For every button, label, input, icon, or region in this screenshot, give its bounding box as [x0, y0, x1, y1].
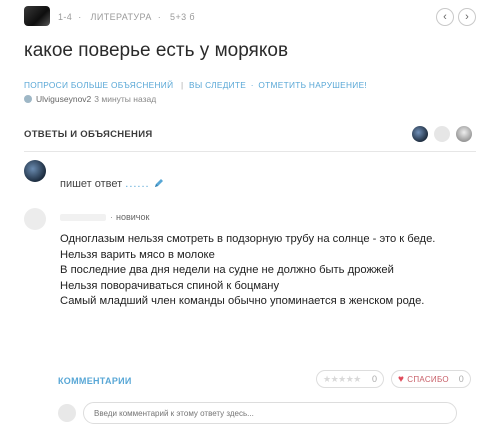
answering-user-avatar[interactable] [24, 160, 46, 182]
asker-info: Ulviguseynov2 3 минуты назад [24, 94, 156, 104]
answerer-avatar[interactable] [434, 126, 450, 142]
comment-input[interactable] [83, 402, 457, 424]
question-meta: 1-4 · ЛИТЕРАТУРА · 5+3 б [58, 12, 195, 22]
question-actions: ПОПРОСИ БОЛЬШЕ ОБЪЯСНЕНИЙ | ВЫ СЛЕДИТЕ ·… [24, 80, 368, 90]
comments-toggle[interactable]: КОММЕНТАРИИ [58, 376, 132, 386]
subject-label[interactable]: ЛИТЕРАТУРА [91, 12, 152, 22]
writing-dots: ...... [125, 178, 150, 190]
thanks-label: СПАСИБО [407, 374, 449, 384]
answer-line: Самый младший член команды обычно упомин… [60, 295, 425, 307]
heart-icon: ♥ [398, 373, 405, 385]
question-title: какое поверье есть у моряков [24, 40, 289, 61]
answerer-avatar[interactable] [456, 126, 472, 142]
writing-status: пишет ответ ...... [60, 178, 164, 190]
follow-link[interactable]: ВЫ СЛЕДИТЕ [189, 80, 246, 90]
asked-time: 3 минуты назад [94, 94, 157, 104]
answer-author-avatar[interactable] [24, 208, 46, 230]
answer-author: · новичок [60, 212, 149, 222]
divider [24, 151, 476, 152]
answer-line: Одноглазым нельзя смотреть в подзорную т… [60, 233, 436, 245]
current-user-avatar [58, 404, 76, 422]
chevron-right-icon: › [465, 11, 469, 23]
pencil-icon [154, 179, 163, 187]
chevron-left-icon: ‹ [443, 11, 447, 23]
asker-name[interactable]: Ulviguseynov2 [36, 94, 91, 104]
author-name-placeholder[interactable] [60, 213, 106, 221]
rating-count: 0 [371, 374, 377, 384]
rating-widget[interactable]: ★★★★★ 0 [316, 370, 384, 388]
grade-label: 1-4 [58, 12, 73, 22]
answerer-avatar[interactable] [412, 126, 428, 142]
report-link[interactable]: ОТМЕТИТЬ НАРУШЕНИЕ! [258, 80, 367, 90]
asker-avatar[interactable] [24, 95, 32, 103]
prev-question-button[interactable]: ‹ [436, 8, 454, 26]
answers-section-title: ОТВЕТЫ И ОБЪЯСНЕНИЯ [24, 129, 153, 140]
subject-avatar [24, 6, 50, 26]
ask-more-link[interactable]: ПОПРОСИ БОЛЬШЕ ОБЪЯСНЕНИЙ [24, 80, 173, 90]
answer-line: Нельзя варить мясо в молоке [60, 248, 215, 261]
answer-line: Нельзя поворачиваться спиной к боцману [60, 279, 280, 292]
author-rank: новичок [116, 212, 150, 222]
points-label: 5+3 б [170, 12, 195, 22]
thanks-count: 0 [458, 374, 464, 384]
writing-text: пишет ответ [60, 178, 123, 190]
answer-text: Одноглазым нельзя смотреть в подзорную т… [60, 232, 480, 310]
star-rating-icon[interactable]: ★★★★★ [323, 374, 361, 385]
answer-line: В последние два дня недели на судне не д… [60, 264, 394, 276]
thanks-button[interactable]: ♥ СПАСИБО 0 [391, 370, 471, 388]
next-question-button[interactable]: › [458, 8, 476, 26]
